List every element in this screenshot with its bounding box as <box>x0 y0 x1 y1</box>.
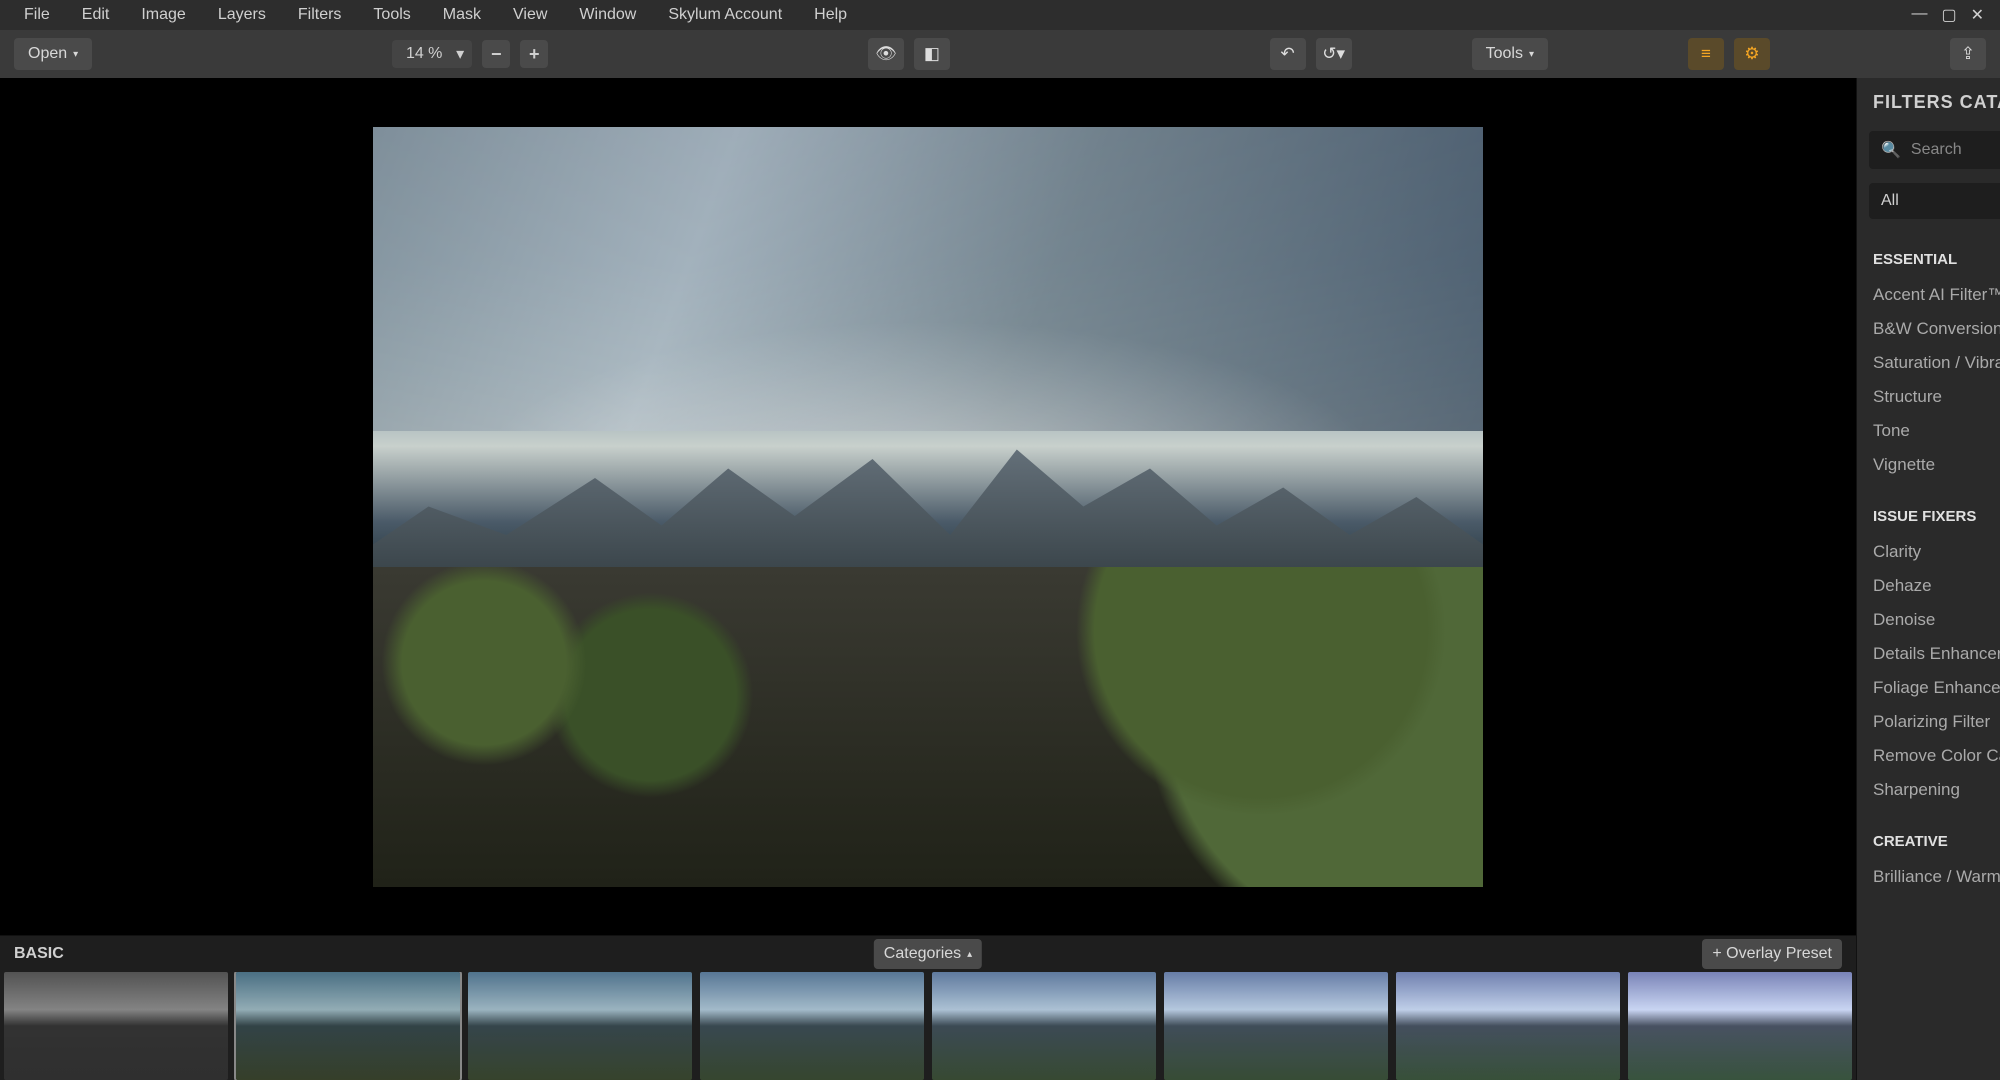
menu-edit[interactable]: Edit <box>66 0 126 30</box>
menu-bar: FileEditImageLayersFiltersToolsMaskViewW… <box>0 0 2000 30</box>
preset-thumbnail[interactable] <box>1396 972 1620 1080</box>
filter-item[interactable]: Tone <box>1873 414 2000 448</box>
filter-item[interactable]: Clarity <box>1873 535 2000 569</box>
search-placeholder: Search <box>1911 141 1962 159</box>
search-input[interactable]: 🔍 Search <box>1869 131 2000 169</box>
menu-layers[interactable]: Layers <box>202 0 282 30</box>
preset-thumbnail[interactable] <box>932 972 1156 1080</box>
preset-thumbnail[interactable] <box>1628 972 1852 1080</box>
filter-item[interactable]: Sharpening <box>1873 773 2000 807</box>
filter-item[interactable]: Brilliance / Warmth <box>1873 860 2000 894</box>
chevron-down-icon: ▾ <box>1529 49 1534 60</box>
preview-toggle-icon[interactable]: 👁 <box>868 38 904 70</box>
zoom-value: 14 % <box>400 45 448 63</box>
preset-thumbnail[interactable] <box>468 972 692 1080</box>
menu-window[interactable]: Window <box>563 0 652 30</box>
zoom-control[interactable]: 14 % ▾ <box>392 40 472 68</box>
history-icon[interactable]: ↺▾ <box>1316 38 1352 70</box>
window-minimize-icon[interactable]: — <box>1911 5 1927 25</box>
filter-item[interactable]: Dehaze <box>1873 569 2000 603</box>
canvas[interactable] <box>0 78 1856 935</box>
filter-item[interactable]: Vignette <box>1873 448 2000 482</box>
filter-item[interactable]: Denoise <box>1873 603 2000 637</box>
menu-tools[interactable]: Tools <box>357 0 426 30</box>
chevron-down-icon: ▾ <box>73 49 78 60</box>
menu-image[interactable]: Image <box>125 0 201 30</box>
filters-catalog-panel: FILTERS CATALOG ⊗ 🔍 Search All⌄ ⓘ ESSENT… <box>1856 78 2000 1080</box>
window-close-icon[interactable]: ✕ <box>1971 5 1984 25</box>
filter-item[interactable]: Foliage Enhancer <box>1873 671 2000 705</box>
catalog-title: FILTERS CATALOG <box>1873 92 2000 113</box>
overlay-preset-button[interactable]: + Overlay Preset <box>1702 939 1842 969</box>
filter-item[interactable]: Polarizing Filter <box>1873 705 2000 739</box>
filter-item[interactable]: B&W Conversion <box>1873 312 2000 346</box>
filter-item[interactable]: Structure <box>1873 380 2000 414</box>
filter-item[interactable]: Saturation / Vibrance <box>1873 346 2000 380</box>
zoom-in-button[interactable]: + <box>520 40 548 68</box>
zoom-out-button[interactable]: − <box>482 40 510 68</box>
preset-group-label: BASIC <box>14 945 64 963</box>
menu-file[interactable]: File <box>8 0 66 30</box>
menu-help[interactable]: Help <box>798 0 863 30</box>
catalog-section-title: CREATIVE <box>1873 833 2000 850</box>
category-select[interactable]: All⌄ <box>1869 183 2000 219</box>
preset-thumbnail[interactable] <box>700 972 924 1080</box>
chevron-down-icon: ▾ <box>456 44 464 64</box>
adjust-panel-toggle-icon[interactable]: ⚙ <box>1734 38 1770 70</box>
menu-mask[interactable]: Mask <box>427 0 497 30</box>
preset-thumbnail[interactable] <box>4 972 228 1080</box>
menu-skylum-account[interactable]: Skylum Account <box>652 0 798 30</box>
filter-item[interactable]: Remove Color Cast <box>1873 739 2000 773</box>
filter-item[interactable]: Details Enhancer <box>1873 637 2000 671</box>
preset-thumbnail[interactable] <box>1164 972 1388 1080</box>
presets-panel: BASIC Categories▴ + Overlay Preset <box>0 935 1856 1080</box>
image-preview <box>373 127 1483 887</box>
categories-button[interactable]: Categories▴ <box>874 939 982 969</box>
compare-side-icon[interactable]: ◧ <box>914 38 950 70</box>
menu-view[interactable]: View <box>497 0 563 30</box>
open-button[interactable]: Open▾ <box>14 38 92 70</box>
toolbar: Open▾ 14 % ▾ − + 👁 ◧ ↶ ↺▾ Tools▾ ≡ ⚙ ⇪ <box>0 30 2000 78</box>
export-icon[interactable]: ⇪ <box>1950 38 1986 70</box>
tools-button[interactable]: Tools▾ <box>1472 38 1548 70</box>
filters-catalog-toggle-icon[interactable]: ≡ <box>1688 38 1724 70</box>
menu-filters[interactable]: Filters <box>282 0 358 30</box>
search-icon: 🔍 <box>1881 140 1901 160</box>
window-maximize-icon[interactable]: ▢ <box>1941 5 1956 25</box>
undo-icon[interactable]: ↶ <box>1270 38 1306 70</box>
catalog-section-title: ESSENTIAL <box>1873 251 2000 268</box>
preset-thumbnail[interactable] <box>236 972 460 1080</box>
catalog-section-title: ISSUE FIXERS <box>1873 508 2000 525</box>
filter-item[interactable]: Accent AI Filter™ <box>1873 278 2000 312</box>
